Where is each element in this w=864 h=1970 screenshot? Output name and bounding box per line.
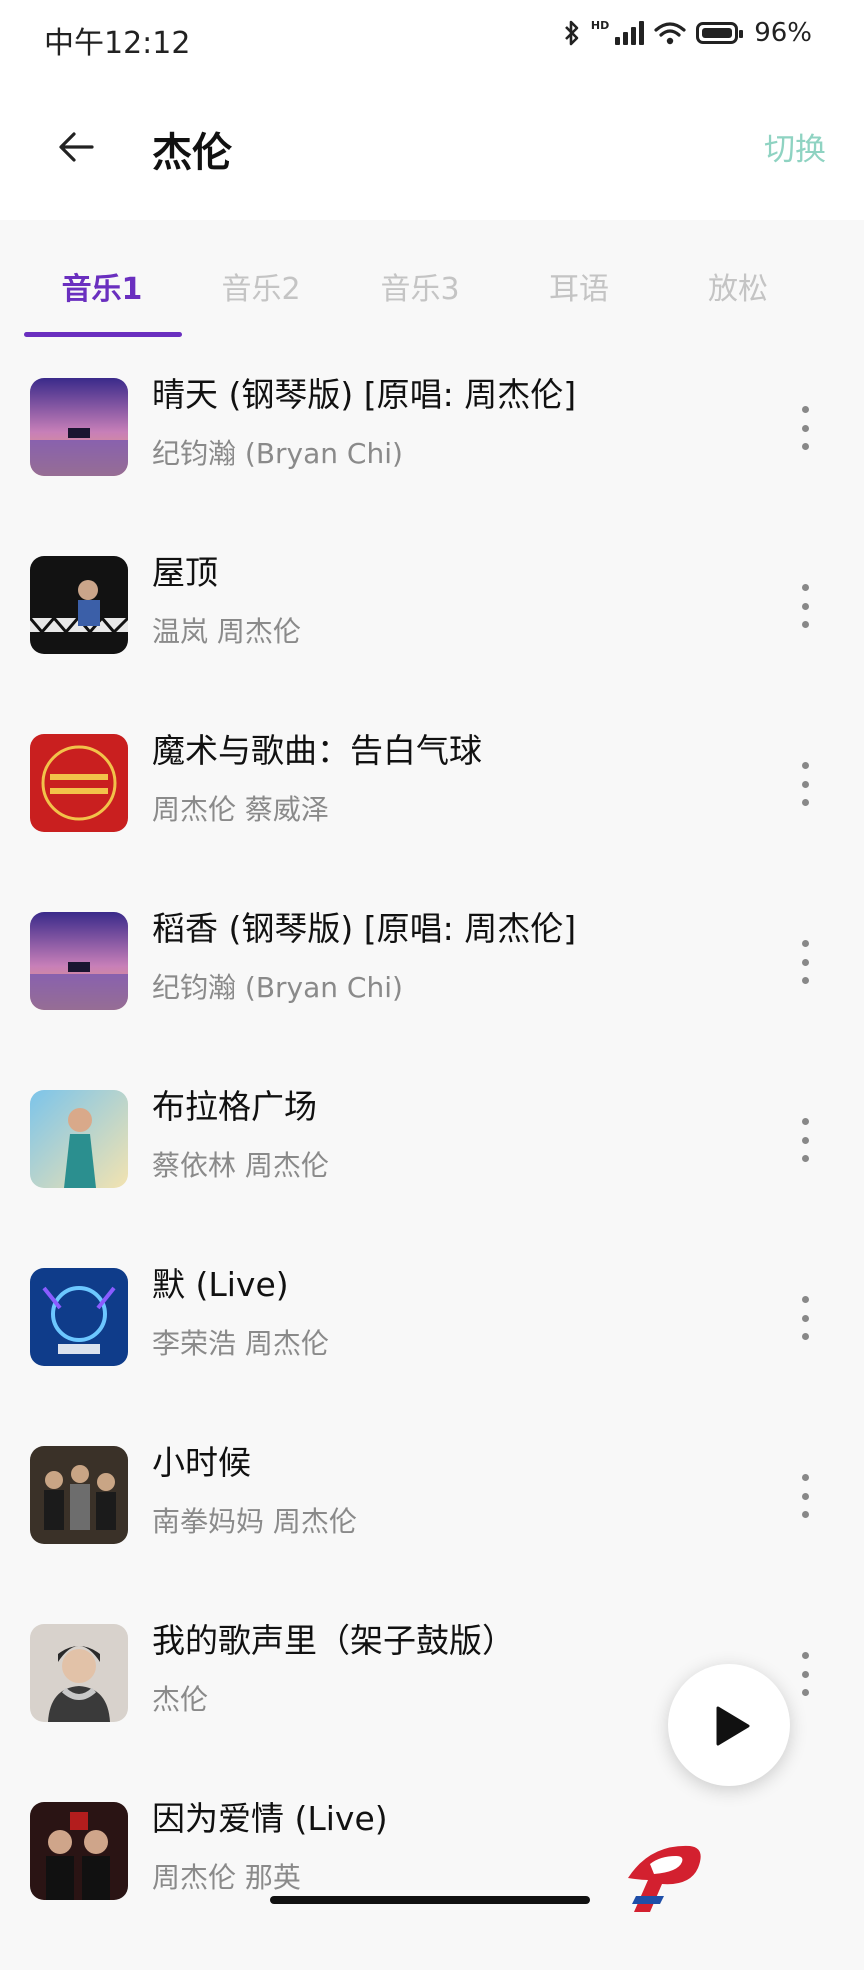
song-artist: 纪钧瀚 (Bryan Chi) <box>152 437 403 470</box>
rooftop-cover <box>30 556 128 654</box>
song-title: 稻香 (钢琴版) [原唱: 周杰伦] <box>152 909 577 948</box>
song-artist: 纪钧瀚 (Bryan Chi) <box>152 971 403 1004</box>
cctv-gala-cover <box>30 734 128 832</box>
brand-logo-icon <box>628 1845 701 1912</box>
tab-music-2[interactable]: 音乐2 <box>191 264 331 308</box>
list-item[interactable]: 小时候 南拳妈妈 周杰伦 <box>0 1436 864 1614</box>
piano-sunset-cover <box>30 912 128 1010</box>
song-artist: 温岚 周杰伦 <box>152 615 301 648</box>
tab-whisper[interactable]: 耳语 <box>509 264 649 308</box>
song-artist: 南拳妈妈 周杰伦 <box>152 1505 357 1538</box>
song-title: 因为爱情 (Live) <box>152 1799 388 1838</box>
wifi-icon <box>654 22 686 45</box>
band-cover <box>30 1446 128 1544</box>
more-options-icon[interactable] <box>792 584 818 628</box>
jolin-cover <box>30 1090 128 1188</box>
more-options-icon[interactable] <box>792 1118 818 1162</box>
list-item[interactable]: 因为爱情 (Live) 周杰伦 那英 <box>0 1792 864 1970</box>
status-time: 中午12:12 <box>44 26 191 61</box>
live-cover <box>30 1802 128 1900</box>
play-icon <box>716 1706 750 1746</box>
switch-button[interactable]: 切换 <box>764 124 826 169</box>
song-title: 魔术与歌曲：告白气球 <box>152 731 482 770</box>
song-title: 晴天 (钢琴版) [原唱: 周杰伦] <box>152 375 577 414</box>
status-icons: HD 96% <box>563 18 812 48</box>
more-options-icon[interactable] <box>792 1296 818 1340</box>
song-title: 屋顶 <box>152 553 218 592</box>
list-item[interactable]: 晴天 (钢琴版) [原唱: 周杰伦] 纪钧瀚 (Bryan Chi) <box>0 368 864 546</box>
back-arrow-icon[interactable] <box>52 122 102 172</box>
song-title: 我的歌声里（架子鼓版） <box>152 1621 515 1660</box>
song-artist: 杰伦 <box>152 1683 209 1716</box>
battery-percent: 96% <box>754 18 812 48</box>
more-options-icon[interactable] <box>792 1652 818 1696</box>
portrait-cover <box>30 1624 128 1722</box>
more-options-icon[interactable] <box>792 406 818 450</box>
good-voice-cover <box>30 1268 128 1366</box>
play-button[interactable] <box>668 1664 790 1786</box>
song-title: 默 (Live) <box>152 1265 289 1304</box>
more-options-icon[interactable] <box>792 762 818 806</box>
battery-icon <box>696 22 744 44</box>
tab-music-3[interactable]: 音乐3 <box>350 264 490 308</box>
home-indicator[interactable] <box>270 1896 590 1904</box>
tab-active-indicator <box>24 332 182 337</box>
list-item[interactable]: 布拉格广场 蔡依林 周杰伦 <box>0 1080 864 1258</box>
tab-music-1[interactable]: 音乐1 <box>32 264 172 308</box>
tab-relax[interactable]: 放松 <box>668 264 808 308</box>
app-header: 杰伦 切换 <box>0 80 864 220</box>
list-item[interactable]: 稻香 (钢琴版) [原唱: 周杰伦] 纪钧瀚 (Bryan Chi) <box>0 902 864 1080</box>
song-title: 小时候 <box>152 1443 251 1482</box>
list-item[interactable]: 默 (Live) 李荣浩 周杰伦 <box>0 1258 864 1436</box>
more-options-icon[interactable] <box>792 1474 818 1518</box>
status-bar: 中午12:12 HD 96% <box>0 0 864 80</box>
more-options-icon[interactable] <box>792 940 818 984</box>
song-title: 布拉格广场 <box>152 1087 317 1126</box>
hd-label: HD <box>590 18 610 32</box>
song-artist: 蔡依林 周杰伦 <box>152 1149 329 1182</box>
tab-bar: 音乐1 音乐2 音乐3 耳语 放松 <box>0 240 864 340</box>
signal-icon <box>615 21 645 45</box>
bluetooth-icon <box>564 20 579 46</box>
piano-sunset-cover <box>30 378 128 476</box>
page-title: 杰伦 <box>152 130 232 176</box>
song-artist: 周杰伦 那英 <box>152 1861 301 1894</box>
list-item[interactable]: 魔术与歌曲：告白气球 周杰伦 蔡威泽 <box>0 724 864 902</box>
song-artist: 周杰伦 蔡威泽 <box>152 793 329 826</box>
list-item[interactable]: 屋顶 温岚 周杰伦 <box>0 546 864 724</box>
song-artist: 李荣浩 周杰伦 <box>152 1327 329 1360</box>
